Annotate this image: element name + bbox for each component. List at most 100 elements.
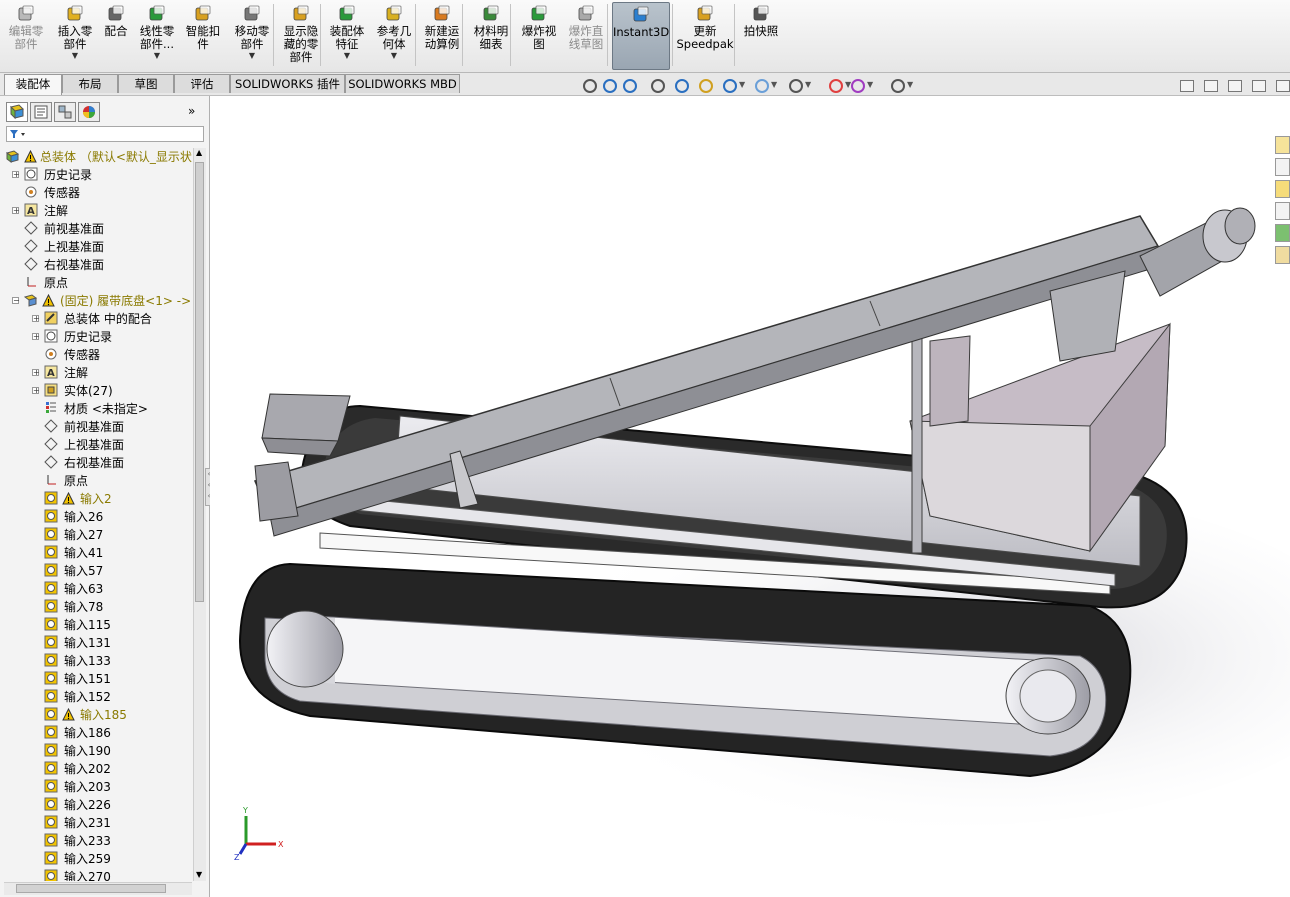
tree-node-label: 材质 <未指定> — [64, 402, 148, 416]
warning-icon — [62, 492, 75, 505]
featuremanager-tab-icon[interactable] — [6, 102, 28, 122]
scroll-up-arrow[interactable]: ▲ — [196, 148, 202, 157]
design-library-icon[interactable] — [1275, 158, 1290, 176]
scroll-down-arrow[interactable]: ▼ — [196, 870, 202, 879]
dropdown-arrow-icon[interactable]: ▼ — [228, 51, 276, 60]
dropdown-arrow-icon[interactable]: ▼ — [370, 51, 418, 60]
tree-vertical-scrollbar[interactable]: ▲ ▼ — [193, 148, 206, 881]
dropdown-arrow-icon[interactable]: ▼ — [52, 51, 98, 60]
zoom-to-area-icon[interactable] — [622, 78, 638, 94]
ribbon-button-explode-line-sketch[interactable]: 爆炸直 线草图 — [562, 2, 610, 70]
dropdown-arrow-icon[interactable]: ▼ — [805, 80, 811, 89]
dropdown-arrow-icon[interactable]: ▼ — [739, 80, 745, 89]
history-icon — [24, 167, 38, 181]
ribbon-button-snapshot[interactable]: 拍快照 — [738, 2, 784, 70]
file-explorer-icon[interactable] — [1275, 180, 1290, 198]
tile-panel-icon[interactable] — [1204, 80, 1218, 92]
section-view-icon[interactable] — [674, 78, 690, 94]
view-settings-icon[interactable] — [890, 78, 906, 94]
tab-2[interactable]: 草图 — [118, 74, 174, 93]
ribbon-button-bill-of-materials[interactable]: 材料明 细表 — [468, 2, 514, 70]
dropdown-arrow-icon[interactable]: ▼ — [134, 51, 180, 60]
restore-panel-icon[interactable] — [1180, 80, 1194, 92]
expand-icon[interactable]: + — [12, 207, 20, 215]
tree-node-label: 输入203 — [64, 780, 111, 794]
edit-appearance-icon[interactable] — [828, 78, 844, 94]
assembly-features-icon — [339, 5, 355, 21]
ribbon-separator — [672, 4, 673, 66]
graphics-area[interactable]: Y X Z — [210, 96, 1290, 897]
close-icon[interactable] — [1276, 80, 1290, 92]
ribbon-button-instant3d[interactable]: Instant3D — [612, 2, 670, 70]
ribbon-separator — [320, 4, 321, 66]
view-orientation-icon[interactable] — [582, 78, 598, 94]
tab-5[interactable]: SOLIDWORKS MBD — [345, 74, 460, 93]
tree-node-label: 历史记录 — [64, 330, 113, 344]
dropdown-arrow-icon[interactable]: ▼ — [771, 80, 777, 89]
ribbon-button-assembly-features[interactable]: 装配体 特征 ▼ — [324, 2, 370, 70]
expand-icon[interactable]: + — [32, 369, 40, 377]
appearances-scenes-icon[interactable] — [1275, 224, 1290, 242]
dropdown-arrow-icon[interactable]: ▼ — [324, 51, 370, 60]
imported-body-icon — [44, 689, 58, 703]
expand-icon[interactable]: + — [32, 333, 40, 341]
ribbon-button-smart-fasteners[interactable]: 智能扣 件 — [180, 2, 226, 70]
expand-panel-icon[interactable]: » — [188, 104, 195, 118]
hide-show-items-icon[interactable] — [788, 78, 804, 94]
view-orientation-dd-icon[interactable] — [722, 78, 738, 94]
ribbon-button-label: 爆炸视 图 — [521, 24, 557, 51]
tree-filter[interactable] — [6, 126, 204, 142]
ribbon-button-label: 更新 Speedpak — [676, 24, 734, 51]
command-manager-ribbon: 编辑零 部件 插入零 部件 ▼ 配合 线性零 部件... ▼ 智能扣 件移动零 部件 ▼ 显示隐… — [0, 0, 1290, 73]
dynamic-annotation-icon[interactable] — [698, 78, 714, 94]
imported-body-icon — [44, 833, 58, 847]
vertical-scroll-thumb[interactable] — [195, 162, 204, 602]
horizontal-scroll-thumb[interactable] — [16, 884, 166, 893]
displaymanager-tab-icon[interactable] — [78, 102, 100, 122]
tree-node-label: 输入270 — [64, 870, 111, 881]
previous-view-icon[interactable] — [650, 78, 666, 94]
tree-horizontal-scrollbar[interactable] — [4, 882, 192, 895]
ribbon-button-insert-component[interactable]: 插入零 部件 ▼ — [52, 2, 98, 70]
ribbon-button-show-hidden-components[interactable]: 显示隐 藏的零 部件 — [278, 2, 324, 70]
ribbon-button-mate[interactable]: 配合 — [98, 2, 134, 70]
tree-node-label: 注解 — [64, 366, 89, 380]
collapse-icon[interactable]: − — [12, 297, 20, 305]
solidworks-resources-icon[interactable] — [1275, 136, 1290, 154]
ribbon-button-reference-geometry[interactable]: 参考几 何体 ▼ — [370, 2, 418, 70]
configurationmanager-tab-icon[interactable] — [54, 102, 76, 122]
annotation-icon: A — [24, 203, 38, 217]
ribbon-button-edit-component[interactable]: 编辑零 部件 — [2, 2, 50, 70]
ribbon-button-new-motion-study[interactable]: 新建运 动算例 — [418, 2, 466, 70]
dropdown-arrow-icon[interactable]: ▼ — [867, 80, 873, 89]
ribbon-button-exploded-view[interactable]: 爆炸视 图 — [516, 2, 562, 70]
snapshot-icon — [753, 5, 769, 21]
view-palette-icon[interactable] — [1275, 202, 1290, 220]
expand-icon[interactable]: + — [32, 315, 40, 323]
expand-icon[interactable]: + — [12, 171, 20, 179]
apply-scene-icon[interactable] — [850, 78, 866, 94]
maximize-icon[interactable] — [1252, 80, 1266, 92]
dropdown-arrow-icon[interactable]: ▼ — [907, 80, 913, 89]
minimize-icon[interactable] — [1228, 80, 1242, 92]
triad-y-label: Y — [242, 806, 248, 815]
ribbon-button-update-speedpak[interactable]: 更新 Speedpak — [676, 2, 734, 70]
tree-node-label: 前视基准面 — [64, 420, 125, 434]
plane-icon — [44, 437, 58, 451]
ribbon-button-label: 显示隐 藏的零 部件 — [283, 24, 319, 64]
assembly-icon — [6, 150, 20, 163]
coordinate-triad: Y X Z — [234, 806, 284, 862]
filter-icon — [10, 130, 25, 138]
tab-3[interactable]: 评估 — [174, 74, 230, 93]
custom-properties-icon[interactable] — [1275, 246, 1290, 264]
tab-0[interactable]: 装配体 — [4, 74, 62, 95]
ribbon-button-move-component[interactable]: 移动零 部件 ▼ — [228, 2, 276, 70]
tab-4[interactable]: SOLIDWORKS 插件 — [230, 74, 345, 93]
linear-pattern-icon — [149, 5, 165, 21]
zoom-to-fit-icon[interactable] — [602, 78, 618, 94]
display-style-icon[interactable] — [754, 78, 770, 94]
tab-1[interactable]: 布局 — [62, 74, 118, 93]
ribbon-button-linear-pattern[interactable]: 线性零 部件... ▼ — [134, 2, 180, 70]
expand-icon[interactable]: + — [32, 387, 40, 395]
propertymanager-tab-icon[interactable] — [30, 102, 52, 122]
